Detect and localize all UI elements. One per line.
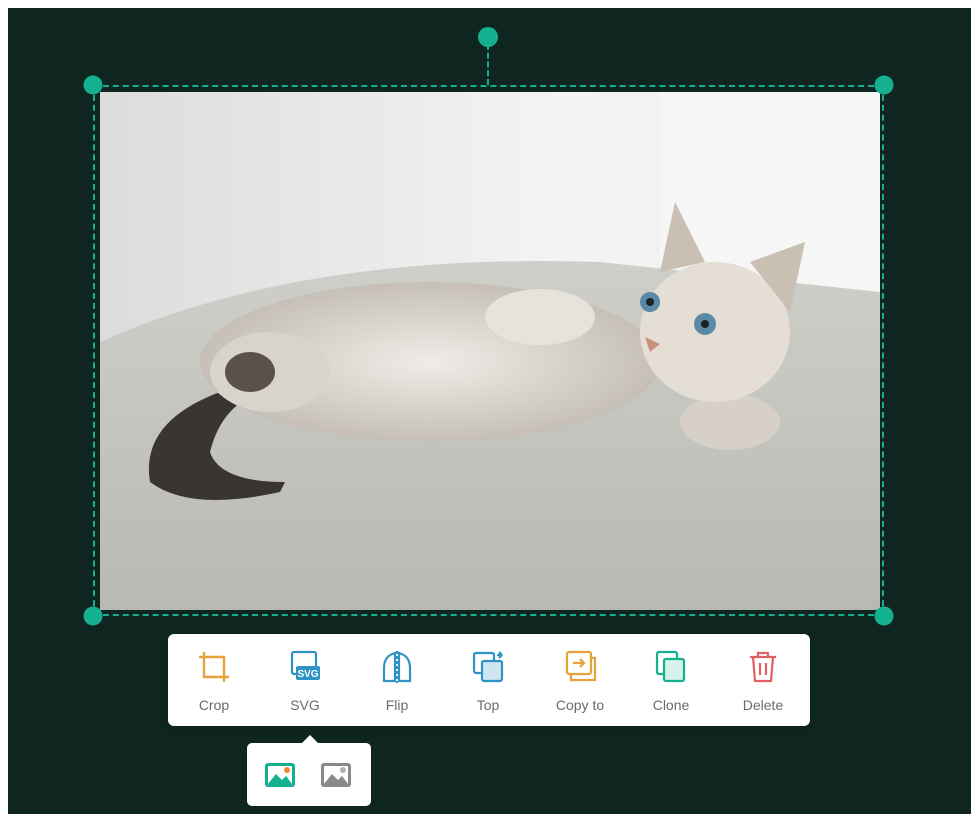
flip-button[interactable]: Flip — [351, 634, 443, 726]
grayscale-image-icon — [321, 763, 351, 787]
svg-icon: SVG — [286, 648, 324, 686]
copy-to-icon — [561, 648, 599, 686]
crop-button[interactable]: Crop — [168, 634, 260, 726]
svg-label: SVG — [290, 697, 320, 713]
top-label: Top — [476, 697, 500, 713]
svg-text:SVG: SVG — [297, 669, 318, 680]
svg-button[interactable]: SVG SVG — [259, 634, 351, 726]
color-svg-option[interactable] — [263, 759, 297, 791]
rotate-handle[interactable] — [478, 27, 498, 47]
clone-icon — [652, 648, 690, 686]
flip-icon — [378, 648, 416, 686]
selection-frame — [93, 85, 884, 616]
crop-icon — [195, 648, 233, 686]
clone-label: Clone — [652, 697, 690, 713]
clone-button[interactable]: Clone — [625, 634, 717, 726]
grayscale-svg-option[interactable] — [319, 759, 353, 791]
color-image-icon — [265, 763, 295, 787]
copy-to-button[interactable]: Copy to — [534, 634, 626, 726]
popover-arrow — [301, 735, 319, 744]
image-toolbar: Crop SVG SVG Flip Top Copy to Clone Dele… — [168, 634, 810, 726]
bring-to-top-icon — [469, 648, 507, 686]
svg-options-popover — [247, 735, 371, 806]
trash-icon — [744, 648, 782, 686]
crop-label: Crop — [198, 697, 230, 713]
resize-handle-top-left[interactable] — [83, 75, 103, 95]
top-button[interactable]: Top — [442, 634, 534, 726]
resize-handle-bottom-right[interactable] — [874, 606, 894, 626]
rotate-handle-stem — [487, 44, 489, 85]
delete-button[interactable]: Delete — [717, 634, 809, 726]
delete-label: Delete — [742, 697, 784, 713]
flip-label: Flip — [385, 697, 409, 713]
copy-to-label: Copy to — [555, 697, 605, 713]
resize-handle-top-right[interactable] — [874, 75, 894, 95]
resize-handle-bottom-left[interactable] — [83, 606, 103, 626]
